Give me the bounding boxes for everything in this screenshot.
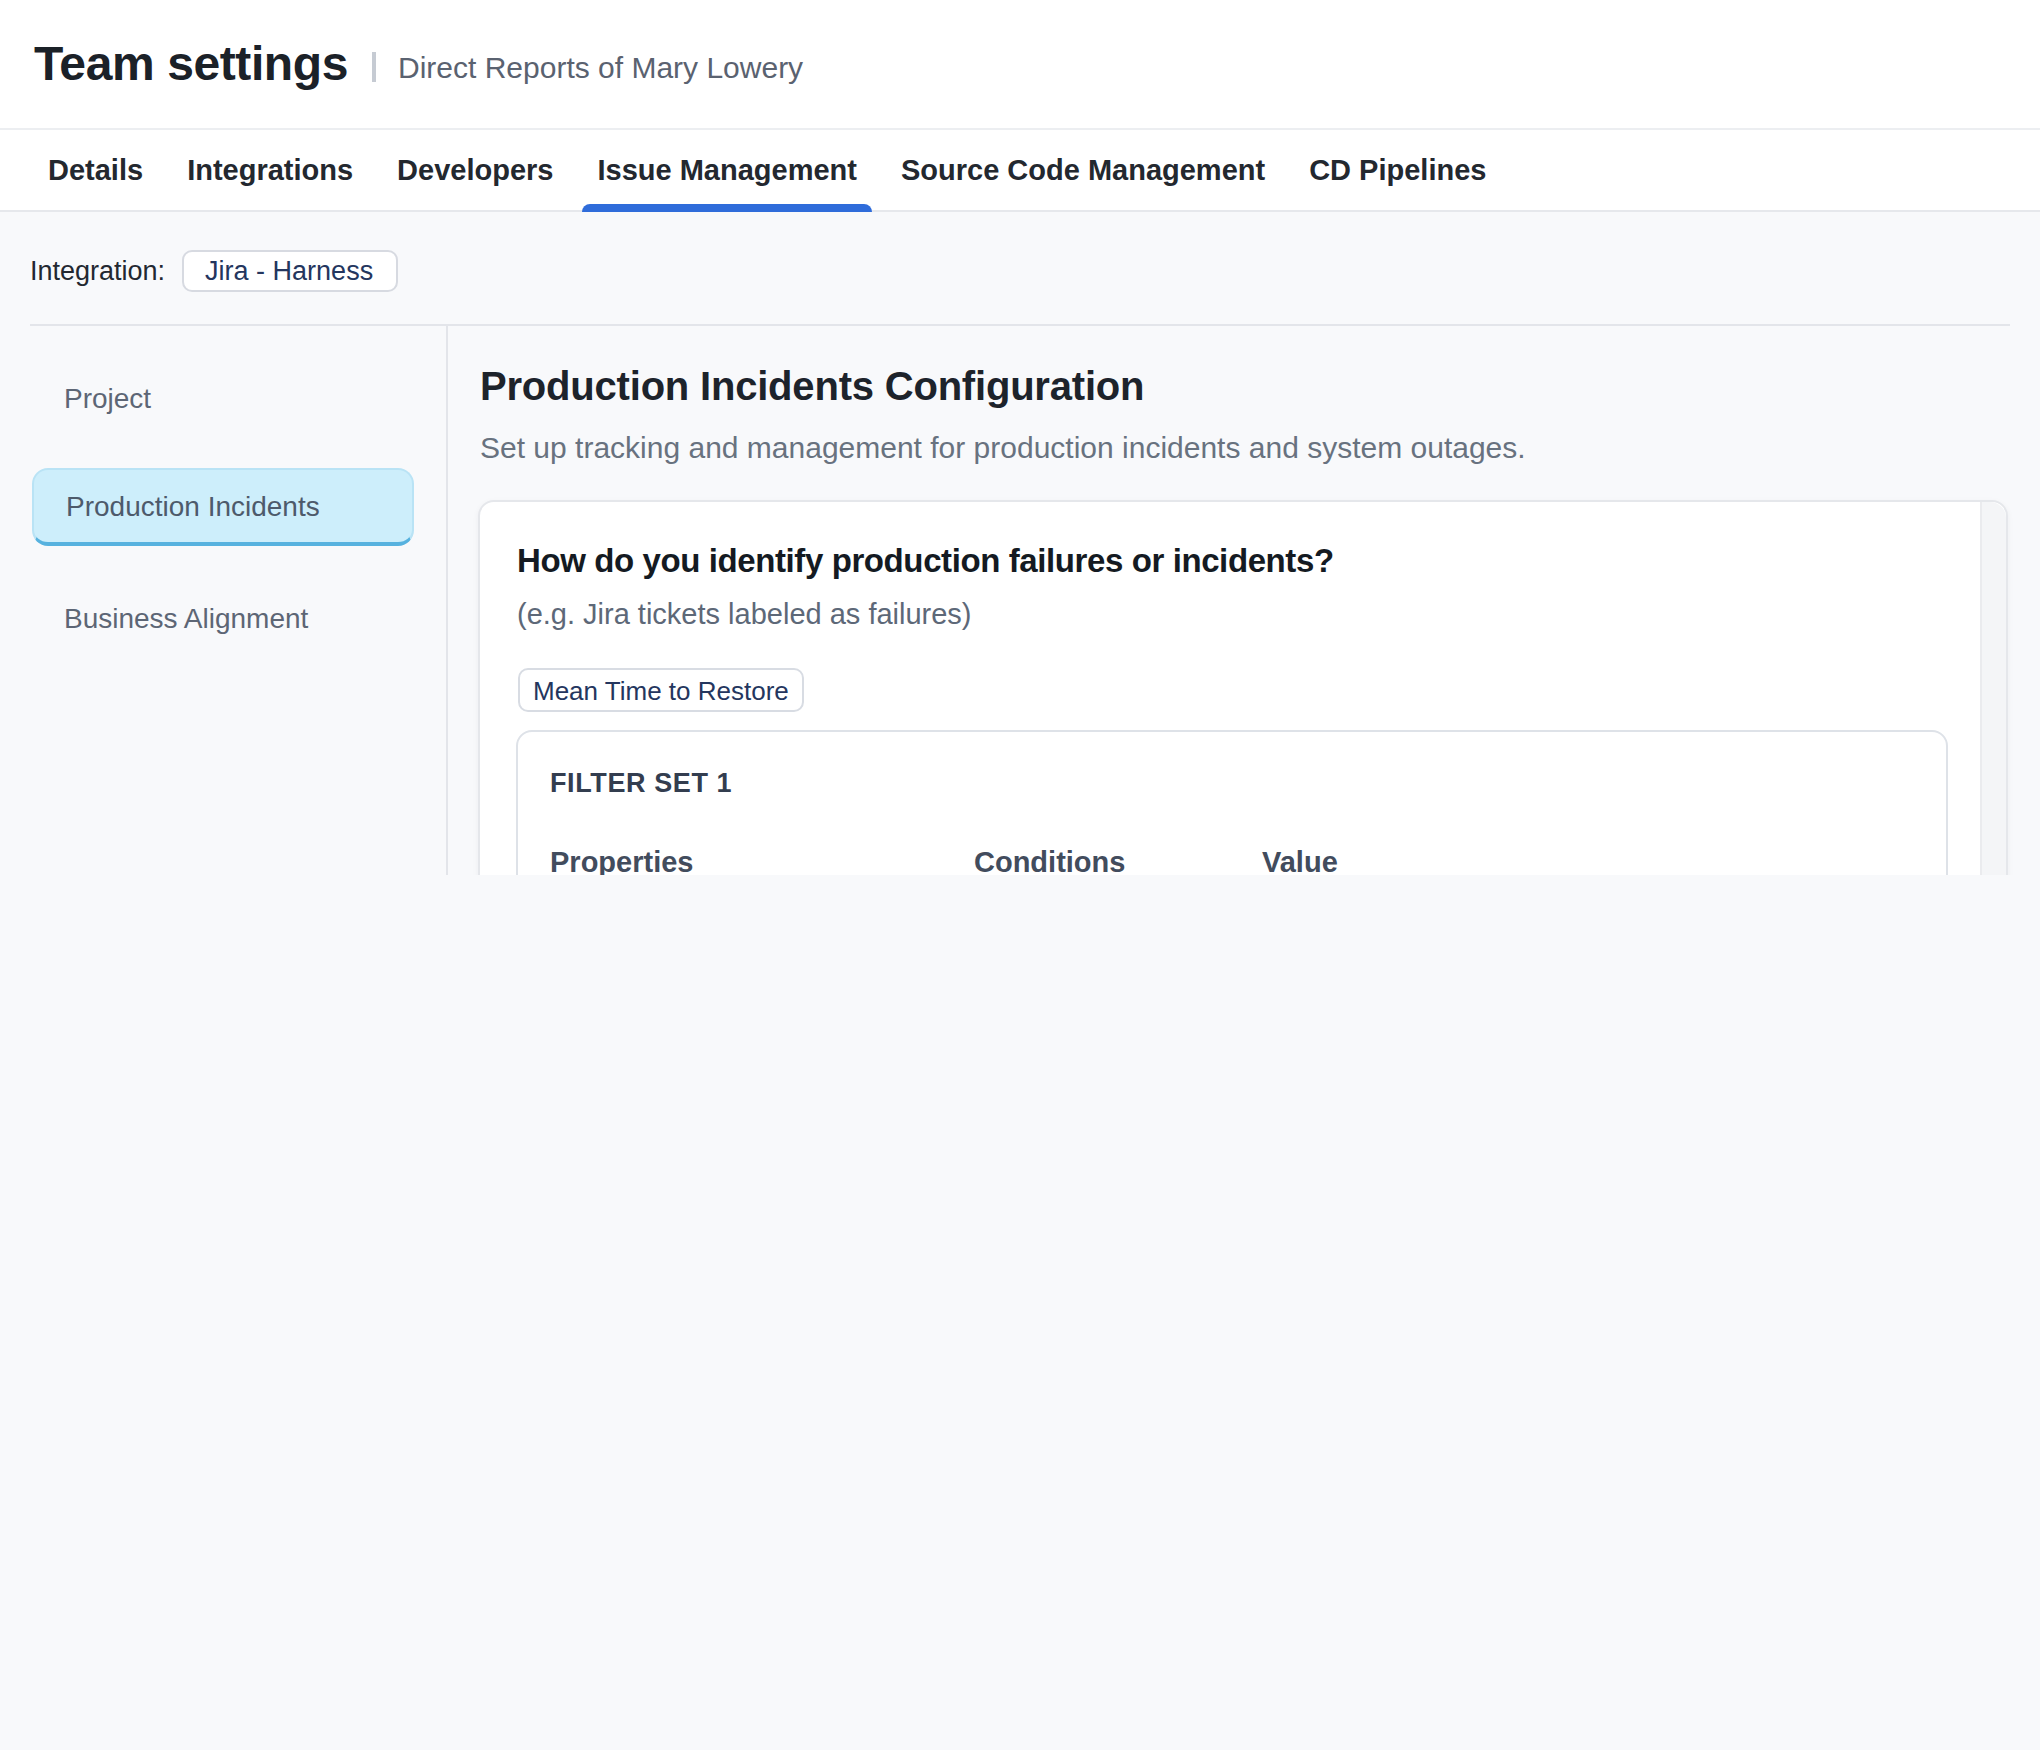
page-title: Team settings (34, 36, 348, 92)
filter-set-title: FILTER SET 1 (550, 768, 1945, 800)
team-settings-page: Team settings Direct Reports of Mary Low… (0, 0, 2040, 875)
tab-source-code-management[interactable]: Source Code Management (885, 130, 1281, 210)
vertical-divider (446, 326, 448, 875)
section-header: Production Incidents Configuration Set u… (480, 360, 1526, 472)
integration-row: Integration: Jira - Harness (30, 250, 397, 292)
section-subtitle: Set up tracking and management for produ… (480, 424, 1526, 472)
metric-chip[interactable]: Mean Time to Restore (517, 668, 805, 712)
value-column-label: Value (1262, 844, 1814, 875)
incidents-config-card: How do you identify production failures … (478, 500, 2008, 875)
page-header: Team settings Direct Reports of Mary Low… (0, 0, 2040, 130)
sidebar-item-business-alignment[interactable]: Business Alignment (32, 578, 414, 656)
sidebar-item-production-incidents[interactable]: Production Incidents (32, 468, 414, 546)
settings-sidebar: Project Production Incidents Business Alig… (32, 358, 414, 688)
integration-label: Integration: (30, 256, 165, 286)
question-title: How do you identify production failures … (517, 534, 2006, 586)
horizontal-divider (30, 324, 2010, 326)
title-divider (372, 51, 376, 81)
question-hint: (e.g. Jira tickets labeled as failures) (517, 590, 2006, 638)
page-subtitle: Direct Reports of Mary Lowery (398, 49, 803, 83)
tab-integrations[interactable]: Integrations (171, 130, 369, 210)
sidebar-item-project[interactable]: Project (32, 358, 414, 436)
properties-column-label: Properties (550, 844, 958, 875)
tab-details[interactable]: Details (32, 130, 159, 210)
filter-labels-row: Properties Conditions Value (550, 844, 1945, 875)
tab-cd-pipelines[interactable]: CD Pipelines (1293, 130, 1502, 210)
integration-chip[interactable]: Jira - Harness (181, 250, 397, 292)
card-content: How do you identify production failures … (480, 502, 2006, 875)
conditions-column-label: Conditions (974, 844, 1246, 875)
tab-developers[interactable]: Developers (381, 130, 569, 210)
tab-issue-management[interactable]: Issue Management (581, 130, 873, 210)
tab-bar: DetailsIntegrationsDevelopersIssue Manag… (0, 130, 2040, 212)
section-title: Production Incidents Configuration (480, 360, 1526, 414)
filter-set-box: FILTER SET 1 Properties Conditions Value… (515, 730, 1947, 875)
